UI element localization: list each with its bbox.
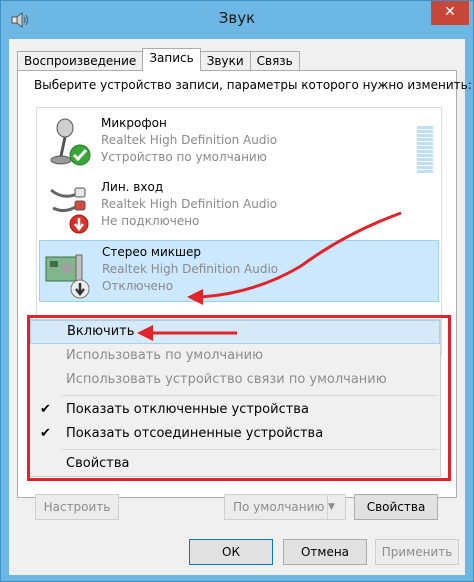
device-name: Лин. вход — [101, 180, 164, 194]
set-default-split-button[interactable]: По умолчанию ▼ — [224, 494, 346, 520]
device-status: Устройство по умолчанию — [101, 150, 267, 164]
sound-dialog-window: Звук ✕ Воспроизведение Запись Звуки Связ… — [0, 0, 474, 582]
device-driver: Realtek High Definition Audio — [101, 133, 278, 147]
annotation-highlight-frame — [27, 315, 451, 481]
set-default-button-label: По умолчанию — [233, 500, 325, 514]
dialog-client-area: Воспроизведение Запись Звуки Связь Выбер… — [9, 39, 472, 575]
instruction-text: Выберите устройство записи, параметры ко… — [34, 78, 472, 92]
tab-communications[interactable]: Связь — [249, 51, 300, 71]
apply-button[interactable]: Применить — [375, 539, 459, 565]
ok-button[interactable]: ОК — [189, 539, 273, 565]
tab-recording[interactable]: Запись — [142, 48, 201, 71]
disabled-down-arrow-badge-icon — [70, 279, 90, 299]
configure-button[interactable]: Настроить — [35, 494, 119, 520]
cancel-button[interactable]: Отмена — [283, 539, 367, 565]
tab-strip: Воспроизведение Запись Звуки Связь — [17, 48, 300, 71]
window-title: Звук — [218, 9, 256, 27]
title-bar[interactable]: Звук ✕ — [1, 1, 473, 39]
close-icon: ✕ — [444, 4, 456, 20]
device-name: Стерео микшер — [102, 245, 201, 259]
close-button[interactable]: ✕ — [431, 1, 469, 25]
properties-button[interactable]: Свойства — [354, 494, 438, 520]
chevron-down-icon[interactable]: ▼ — [327, 495, 345, 519]
check-badge-icon — [69, 144, 91, 166]
device-item-stereo-mix[interactable]: Стерео микшер Realtek High Definition Au… — [39, 240, 439, 302]
device-driver: Realtek High Definition Audio — [102, 262, 279, 276]
device-status: Отключено — [102, 279, 174, 293]
device-item-line-in[interactable]: Лин. вход Realtek High Definition Audio … — [39, 176, 439, 238]
tab-sounds[interactable]: Звуки — [199, 51, 251, 71]
tab-playback[interactable]: Воспроизведение — [17, 51, 144, 71]
device-name: Микрофон — [101, 116, 167, 130]
red-down-arrow-badge-icon — [69, 214, 89, 234]
device-driver: Realtek High Definition Audio — [101, 197, 278, 211]
volume-level-meter — [417, 126, 433, 174]
device-status: Не подключено — [101, 214, 200, 228]
device-item-microphone[interactable]: Микрофон Realtek High Definition Audio У… — [39, 112, 439, 174]
